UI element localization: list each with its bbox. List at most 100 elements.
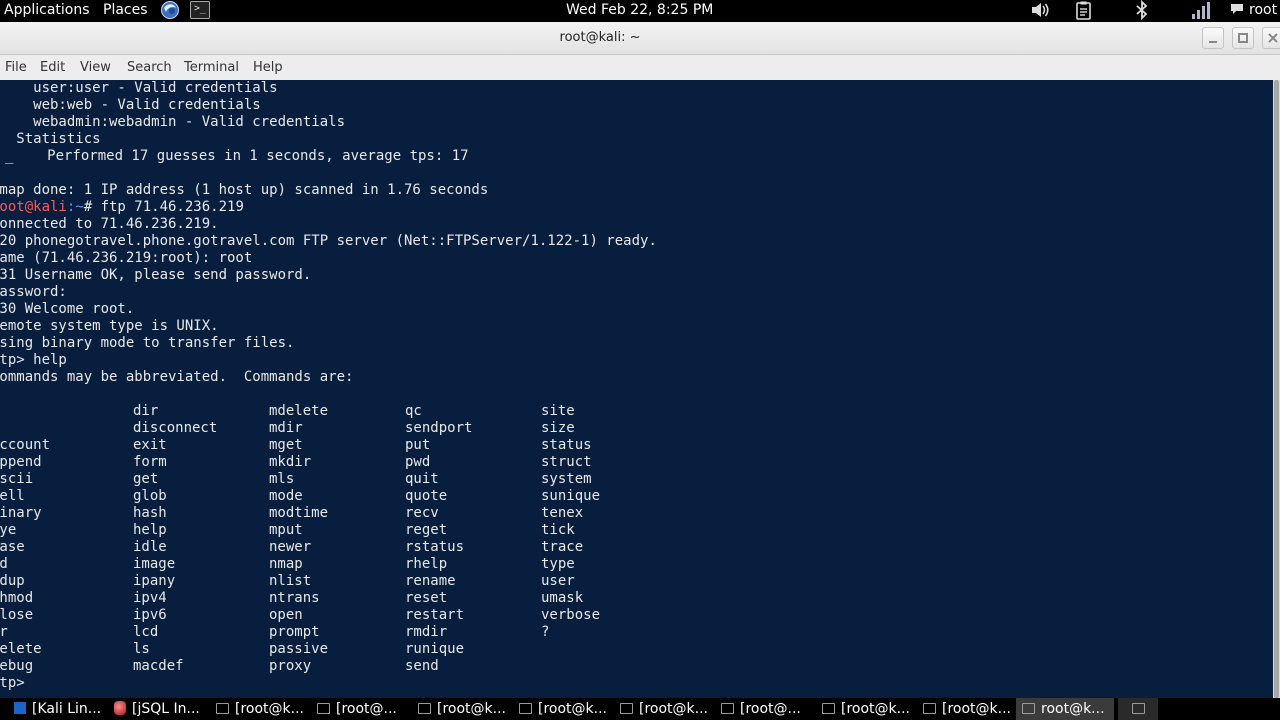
volume-icon[interactable] — [1030, 0, 1052, 24]
ftp-command: sunique — [541, 488, 601, 504]
terminal-line: 220 phonegotravel.phone.gotravel.com FTP… — [0, 233, 657, 249]
task-label: [root@k... — [538, 701, 607, 717]
ftp-command: user — [541, 573, 575, 589]
task-label: [root@k... — [235, 701, 304, 717]
ftp-command: ntrans — [269, 590, 320, 606]
menu-file[interactable]: File — [5, 60, 27, 75]
ftp-command: tenex — [541, 505, 584, 521]
ftp-command: quote — [405, 488, 448, 504]
ftp-command: ipany — [133, 573, 176, 589]
clipboard-icon[interactable] — [1074, 0, 1094, 24]
terminal-launcher-icon[interactable]: >_ — [190, 1, 210, 19]
task-label: [root@k... — [841, 701, 910, 717]
close-button[interactable] — [1262, 27, 1280, 49]
terminal-output[interactable]: user:user - Valid credentials web:web - … — [0, 80, 1273, 698]
ftp-command: size — [541, 420, 575, 436]
task-terminal-small[interactable] — [1118, 698, 1158, 720]
task-label: [root@k... — [437, 701, 506, 717]
ftp-command: site — [541, 403, 575, 419]
user-menu[interactable]: root — [1230, 2, 1277, 18]
task-jsql[interactable]: [jSQL In... — [114, 698, 212, 720]
menu-terminal[interactable]: Terminal — [184, 60, 239, 75]
terminal-icon — [721, 702, 734, 714]
terminal-ftp-prompt[interactable]: ftp> — [0, 675, 33, 692]
terminal-icon — [822, 702, 835, 714]
bluetooth-icon[interactable] — [1134, 0, 1150, 24]
ftp-command: type — [541, 556, 575, 572]
menu-edit[interactable]: Edit — [40, 60, 65, 75]
prompt-symbol: # — [83, 199, 101, 215]
clock[interactable]: Wed Feb 22, 8:25 PM — [566, 2, 713, 18]
ftp-command: quit — [405, 471, 439, 487]
task-terminal[interactable]: [root@k... — [216, 698, 314, 720]
task-kali-linux[interactable]: [Kali Lin... — [14, 698, 110, 720]
browser-launcher-icon[interactable] — [160, 0, 180, 20]
task-terminal[interactable]: [root@k... — [620, 698, 718, 720]
ftp-command: rmdir — [405, 624, 448, 640]
minimize-icon — [1209, 41, 1217, 43]
task-terminal[interactable]: [root@... — [721, 698, 819, 720]
terminal-line: ftp> help — [0, 352, 67, 368]
network-signal-icon[interactable] — [1190, 0, 1212, 24]
terminal-line: Name (71.46.236.219:root): root — [0, 250, 253, 266]
ftp-command: tick — [541, 522, 575, 538]
terminal-line: _ Performed 17 guesses in 1 seconds, ave… — [5, 148, 469, 164]
terminal-prompt-line: root@kali:~# ftp 71.46.236.219 — [0, 199, 244, 216]
task-terminal-active[interactable]: root@k... — [1016, 698, 1114, 720]
window-titlebar[interactable]: root@kali: ~ — [0, 22, 1280, 55]
task-terminal[interactable]: [root@k... — [822, 698, 920, 720]
task-terminal[interactable]: [root@k... — [519, 698, 617, 720]
terminal-icon — [216, 702, 229, 714]
applications-menu[interactable]: Applications — [4, 2, 90, 18]
maximize-button[interactable] — [1232, 27, 1254, 49]
ftp-command: restart — [405, 607, 465, 623]
ftp-command: struct — [541, 454, 592, 470]
ftp-command: dir — [133, 403, 159, 419]
ftp-command: trace — [541, 539, 584, 555]
terminal-line: Nmap done: 1 IP address (1 host up) scan… — [0, 182, 489, 198]
terminal-icon — [418, 702, 431, 714]
ftp-command: bye — [0, 522, 17, 538]
menu-help[interactable]: Help — [253, 60, 283, 75]
ftp-command: disconnect — [133, 420, 218, 436]
task-terminal[interactable]: [root@... — [317, 698, 415, 720]
top-panel: Applications Places >_ Wed Feb 22, 8:25 … — [0, 0, 1280, 22]
ftp-command: put — [405, 437, 431, 453]
ftp-command: verbose — [541, 607, 601, 623]
task-terminal[interactable]: [root@k... — [923, 698, 1021, 720]
menu-view[interactable]: View — [80, 60, 111, 75]
ftp-command: debug — [0, 658, 34, 674]
menubar: File Edit View Search Terminal Help — [0, 55, 1280, 81]
terminal-line: 331 Username OK, please send password. — [0, 267, 312, 283]
ftp-command: cd — [0, 556, 8, 572]
ftp-command: umask — [541, 590, 584, 606]
menu-search[interactable]: Search — [127, 60, 172, 75]
ftp-command: qc — [405, 403, 422, 419]
ftp-command: close — [0, 607, 34, 623]
ftp-command: glob — [133, 488, 167, 504]
ftp-command: lcd — [133, 624, 159, 640]
ftp-command: proxy — [269, 658, 312, 674]
ftp-command: open — [269, 607, 303, 623]
close-icon — [1268, 33, 1278, 43]
terminal-icon — [1131, 702, 1145, 714]
ftp-command: sendport — [405, 420, 473, 436]
scrollbar-thumb[interactable] — [1274, 80, 1279, 698]
ftp-command: macdef — [133, 658, 184, 674]
ftp-command: recv — [405, 505, 439, 521]
ftp-command: cr — [0, 624, 8, 640]
minimize-button[interactable] — [1202, 27, 1224, 49]
ftp-command: help — [133, 522, 167, 538]
task-terminal[interactable]: [root@k... — [418, 698, 516, 720]
task-label: [jSQL In... — [132, 701, 200, 717]
terminal-icon — [1022, 702, 1035, 714]
terminal-line: Commands may be abbreviated. Commands ar… — [0, 369, 354, 385]
ftp-command: hash — [133, 505, 167, 521]
ftp-command: append — [0, 454, 42, 470]
ftp-command: account — [0, 437, 51, 453]
places-menu[interactable]: Places — [103, 2, 148, 18]
jsql-icon — [114, 701, 126, 715]
terminal-line: Using binary mode to transfer files. — [0, 335, 295, 351]
ftp-command: ls — [133, 641, 150, 657]
task-label: [root@k... — [942, 701, 1011, 717]
